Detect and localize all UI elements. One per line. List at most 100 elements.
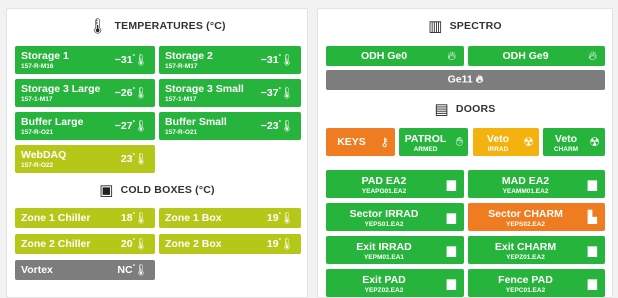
tile-value: −26° [114, 87, 135, 99]
door-closed-icon: ▆ [587, 177, 597, 191]
thermometer-icon: 🌡︎ [280, 212, 294, 225]
cold-boxes-title: COLD BOXES (°C) [120, 184, 215, 196]
tile-name: Zone 2 Chiller [21, 238, 91, 250]
temp-tile-buffer-small[interactable]: Buffer Small 157-R-O21 −23° 🌡︎ [159, 112, 301, 140]
button-label: ODH Ge9 [502, 50, 549, 62]
thermometer-icon: 🌡︎ [134, 153, 148, 166]
ge11-button[interactable]: Ge11 🔥︎ [326, 70, 605, 90]
temp-tile-storage-3-small[interactable]: Storage 3 Small 157-1-M17 −37° 🌡︎ [159, 79, 301, 107]
door-exit-charm[interactable]: Exit CHARM YEPZ01.EA2 ▆ [468, 236, 605, 264]
thermometer-icon: 🌡︎ [280, 87, 294, 100]
tile-value: −23° [260, 120, 281, 132]
tile-name: Buffer Large [21, 116, 84, 128]
veto-irrad-button[interactable]: Veto IRRAD ☢︎ [473, 128, 539, 156]
thermometer-icon: 🌡︎ [88, 18, 108, 35]
flame-icon: 🔥︎ [447, 48, 456, 63]
thermometer-icon: 🌡︎ [134, 54, 148, 67]
door-exit-pad[interactable]: Exit PAD YEPZ02.EA2 ▆ [326, 269, 464, 297]
flame-icon: 🔥︎ [588, 48, 597, 63]
doors-header: ▤ DOORS [318, 100, 612, 118]
tile-value: −31° [260, 54, 281, 66]
tile-value: −37° [260, 87, 281, 99]
temp-tile-buffer-large[interactable]: Buffer Large 157-R-O21 −27° 🌡︎ [15, 112, 155, 140]
veto-charm-button[interactable]: Veto CHARM ☢︎ [543, 128, 605, 156]
door-code: YEPZ01.EA2 [506, 254, 545, 261]
thermometer-icon: 🌡︎ [134, 120, 148, 133]
door-closed-icon: ▆ [587, 243, 597, 257]
cold-tile-vortex[interactable]: Vortex NC° 🌡︎ [15, 260, 155, 280]
tile-name: Buffer Small [165, 116, 227, 128]
tile-code: 157-1-M17 [21, 96, 53, 103]
temp-tile-storage-1[interactable]: Storage 1 157-R-M16 −31° 🌡︎ [15, 46, 155, 74]
temp-tile-storage-3-large[interactable]: Storage 3 Large 157-1-M17 −26° 🌡︎ [15, 79, 155, 107]
button-label: Veto [486, 133, 510, 145]
door-label: Exit PAD [362, 274, 406, 286]
thermometer-icon: 🌡︎ [134, 264, 148, 277]
cold-boxes-header: ▣ COLD BOXES (°C) [7, 181, 307, 199]
tile-value: NC° [117, 264, 135, 276]
tile-value: 18° [120, 212, 135, 224]
tile-name: Storage 3 Large [21, 83, 101, 95]
ge11-label: Ge11 🔥︎ [447, 73, 484, 86]
key-icon: ⚷ [380, 135, 389, 149]
door-pad-ea2[interactable]: PAD EA2 YEAPG01.EA2 ▆ [326, 170, 464, 198]
radiation-icon: ☢︎ [523, 135, 534, 149]
door-closed-icon: ▆ [446, 243, 456, 257]
temp-tile-webdaq[interactable]: WebDAQ 157-R-O22 23° 🌡︎ [15, 145, 155, 173]
temp-tile-storage-2[interactable]: Storage 2 157-R-M17 −31° 🌡︎ [159, 46, 301, 74]
tile-name: Zone 2 Box [165, 238, 222, 250]
door-closed-icon: ▆ [446, 276, 456, 290]
cold-tile-zone-1-chiller[interactable]: Zone 1 Chiller 18° 🌡︎ [15, 208, 155, 228]
door-code: YEAMM01.EA2 [502, 188, 549, 195]
thermometer-icon: 🌡︎ [280, 238, 294, 251]
tile-name: Vortex [21, 264, 53, 276]
door-sector-irrad[interactable]: Sector IRRAD YEPS01.EA2 ▆ [326, 203, 464, 231]
button-label: PATROL [404, 133, 447, 145]
tile-value: 20° [120, 238, 135, 250]
button-label: ODH Ge0 [360, 50, 408, 62]
boxes-icon: ▣ [99, 182, 114, 199]
cold-tile-zone-2-box[interactable]: Zone 2 Box 19° 🌡︎ [159, 234, 301, 254]
bar-chart-icon: ▥ [428, 18, 443, 35]
keys-button[interactable]: KEYS ⚷ [326, 128, 395, 156]
spectro-doors-panel: ▥ SPECTRO ODH Ge0 🔥︎ ODH Ge9 🔥︎ Ge11 🔥︎ … [317, 8, 613, 298]
door-exit-irrad[interactable]: Exit IRRAD YEPM01.EA1 ▆ [326, 236, 464, 264]
door-label: MAD EA2 [501, 175, 550, 187]
radiation-icon: ☢︎ [589, 135, 600, 149]
tile-code: 157-R-O21 [165, 129, 198, 136]
door-label: Sector IRRAD [349, 208, 419, 220]
door-icon: ▤ [434, 101, 449, 118]
tile-value: −31° [114, 54, 135, 66]
thermometer-icon: 🌡︎ [134, 87, 148, 100]
thermometer-icon: 🌡︎ [280, 54, 294, 67]
door-fence-pad[interactable]: Fence PAD YEPC01.EA2 ▆ [468, 269, 605, 297]
door-mad-ea2[interactable]: MAD EA2 YEAMM01.EA2 ▆ [468, 170, 605, 198]
tile-value: 19° [266, 238, 281, 250]
tile-code: 157-R-M17 [165, 63, 198, 70]
odh-ge9-button[interactable]: ODH Ge9 🔥︎ [468, 46, 605, 66]
odh-ge0-button[interactable]: ODH Ge0 🔥︎ [326, 46, 464, 66]
tile-name: WebDAQ [21, 149, 67, 161]
patrol-button[interactable]: PATROL ARMED ✋︎ [399, 128, 468, 156]
tile-code: 157-R-O22 [21, 162, 54, 169]
button-sub: CHARM [553, 146, 579, 153]
door-open-icon: ▙ [587, 210, 597, 224]
door-label: Fence PAD [498, 274, 553, 286]
door-closed-icon: ▆ [446, 177, 456, 191]
hand-icon: ✋︎ [456, 134, 463, 149]
door-label: Exit IRRAD [356, 241, 412, 253]
button-label: Veto [554, 133, 578, 145]
door-sector-charm[interactable]: Sector CHARM YEPS02.EA2 ▙ [468, 203, 605, 231]
tile-value: 23° [120, 153, 135, 165]
tile-value: −27° [114, 120, 135, 132]
door-label: Exit CHARM [494, 241, 557, 253]
tile-code: 157-R-M16 [21, 63, 54, 70]
thermometer-icon: 🌡︎ [134, 212, 148, 225]
door-code: YEPS02.EA2 [505, 221, 546, 228]
thermometer-icon: 🌡︎ [134, 238, 148, 251]
tile-name: Zone 1 Chiller [21, 212, 91, 224]
door-code: YEPM01.EA1 [363, 254, 405, 261]
button-label: KEYS [337, 136, 366, 148]
cold-tile-zone-1-box[interactable]: Zone 1 Box 19° 🌡︎ [159, 208, 301, 228]
cold-tile-zone-2-chiller[interactable]: Zone 2 Chiller 20° 🌡︎ [15, 234, 155, 254]
